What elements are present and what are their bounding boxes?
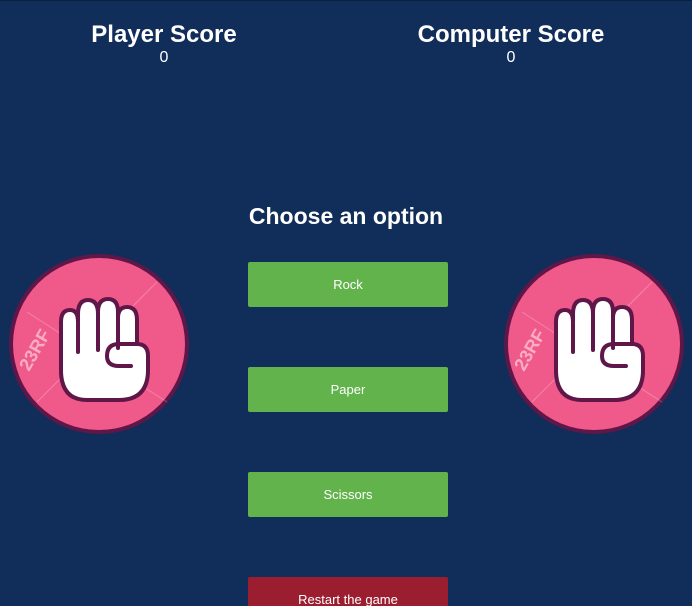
computer-fist-icon: 23RF [504, 254, 684, 434]
computer-score-title: Computer Score [417, 21, 605, 48]
player-score-value: 0 [159, 49, 169, 66]
computer-score-panel: Computer Score 0 [391, 21, 631, 67]
choose-option-heading: Choose an option [248, 203, 444, 229]
restart-button[interactable]: Restart the game [248, 577, 448, 606]
scissors-button[interactable]: Scissors [248, 472, 448, 517]
player-score-title: Player Score [91, 21, 237, 48]
computer-score-value: 0 [506, 49, 516, 66]
game-screen: Player Score 0 Computer Score 0 Choose a… [0, 0, 692, 606]
player-score-panel: Player Score 0 [44, 21, 284, 67]
paper-button[interactable]: Paper [248, 367, 448, 412]
player-fist-icon: 23RF [9, 254, 189, 434]
rock-button[interactable]: Rock [248, 262, 448, 307]
